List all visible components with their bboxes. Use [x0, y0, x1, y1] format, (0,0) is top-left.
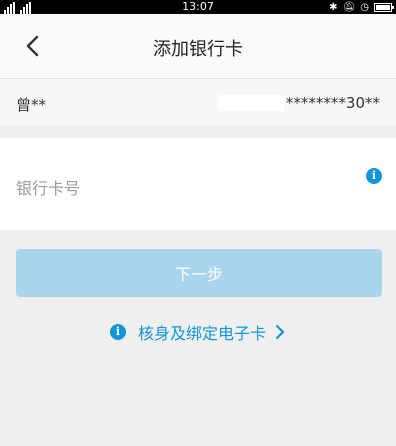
account-row: 曾** ********30**	[0, 78, 396, 126]
chevron-right-icon	[275, 324, 285, 340]
page-title: 添加银行卡	[153, 39, 243, 60]
alarm-icon: ◷	[360, 1, 369, 13]
next-button[interactable]: 下一步	[16, 249, 382, 297]
status-bar: 13:07 ✱ 🔕︎ ◷	[0, 0, 396, 14]
account-name: 曾**	[16, 96, 47, 114]
redaction-mask	[218, 95, 284, 111]
battery-icon	[374, 2, 394, 12]
verify-link[interactable]: i 核身及绑定电子卡	[0, 320, 396, 344]
account-card-number: ********30**	[285, 94, 380, 112]
verify-link-label: 核身及绑定电子卡	[137, 324, 266, 343]
card-number-input[interactable]	[16, 176, 336, 200]
info-icon[interactable]: i	[366, 168, 382, 184]
nav-bar: 添加银行卡	[0, 14, 396, 78]
card-number-row	[0, 138, 396, 230]
bluetooth-icon: ✱	[329, 1, 338, 13]
mute-icon: 🔕︎	[342, 1, 356, 13]
info-icon: i	[109, 324, 126, 340]
